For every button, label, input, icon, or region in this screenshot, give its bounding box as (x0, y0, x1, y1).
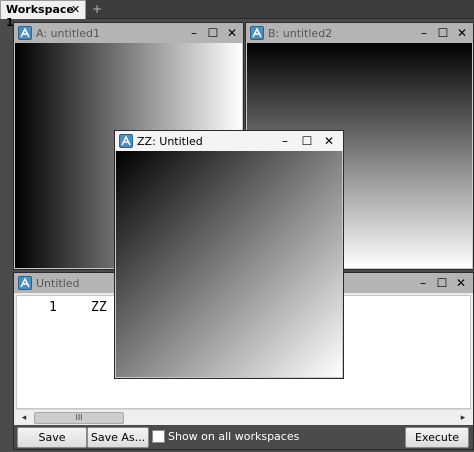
maximize-icon[interactable]: ☐ (435, 25, 451, 41)
window-titlebar[interactable]: A: untitled1 – ☐ ✕ (14, 23, 243, 43)
tab-close-icon[interactable]: ✕ (71, 3, 80, 16)
maximize-icon[interactable]: ☐ (434, 275, 450, 291)
scroll-right-icon[interactable]: ▸ (457, 412, 469, 424)
app-icon (250, 26, 264, 40)
app-icon (18, 26, 32, 40)
line-number: 1 (49, 300, 57, 315)
window-title: B: untitled2 (268, 27, 333, 40)
scrollbar-thumb[interactable]: III (34, 412, 124, 424)
show-on-all-workspaces-label[interactable]: Show on all workspaces (168, 430, 299, 443)
close-icon[interactable]: ✕ (224, 25, 240, 41)
horizontal-scrollbar[interactable]: ◂ III ▸ (16, 409, 471, 425)
minimize-icon[interactable]: – (416, 25, 432, 41)
window-title: ZZ: Untitled (137, 135, 203, 148)
tab-workspace-1[interactable]: Workspace 1 ✕ (0, 0, 86, 29)
close-icon[interactable]: ✕ (321, 133, 337, 149)
save-button[interactable]: Save (17, 427, 87, 448)
app-icon (18, 276, 32, 290)
script-toolbar: Save Save As... Show on all workspaces E… (14, 425, 473, 449)
add-tab-icon[interactable]: + (92, 2, 102, 16)
window-titlebar[interactable]: B: untitled2 – ☐ ✕ (246, 23, 473, 43)
execute-button[interactable]: Execute (405, 427, 469, 448)
minimize-icon[interactable]: – (415, 275, 431, 291)
save-as-button[interactable]: Save As... (87, 427, 149, 448)
checkbox-icon[interactable] (152, 430, 165, 443)
window-title: A: untitled1 (36, 27, 100, 40)
close-icon[interactable]: ✕ (453, 275, 469, 291)
close-icon[interactable]: ✕ (454, 25, 470, 41)
code-text[interactable]: ZZ (91, 300, 107, 315)
maximize-icon[interactable]: ☐ (299, 133, 315, 149)
app-icon (119, 134, 133, 148)
image-window-zz[interactable]: ZZ: Untitled – ☐ ✕ (114, 130, 344, 379)
image-canvas[interactable] (116, 151, 342, 377)
workspace-tab-bar: Workspace 1 ✕ + (0, 0, 474, 29)
window-title: Untitled (36, 277, 80, 290)
scroll-left-icon[interactable]: ◂ (18, 412, 30, 424)
window-titlebar[interactable]: ZZ: Untitled – ☐ ✕ (115, 131, 343, 151)
minimize-icon[interactable]: – (277, 133, 293, 149)
maximize-icon[interactable]: ☐ (205, 25, 221, 41)
minimize-icon[interactable]: – (186, 25, 202, 41)
